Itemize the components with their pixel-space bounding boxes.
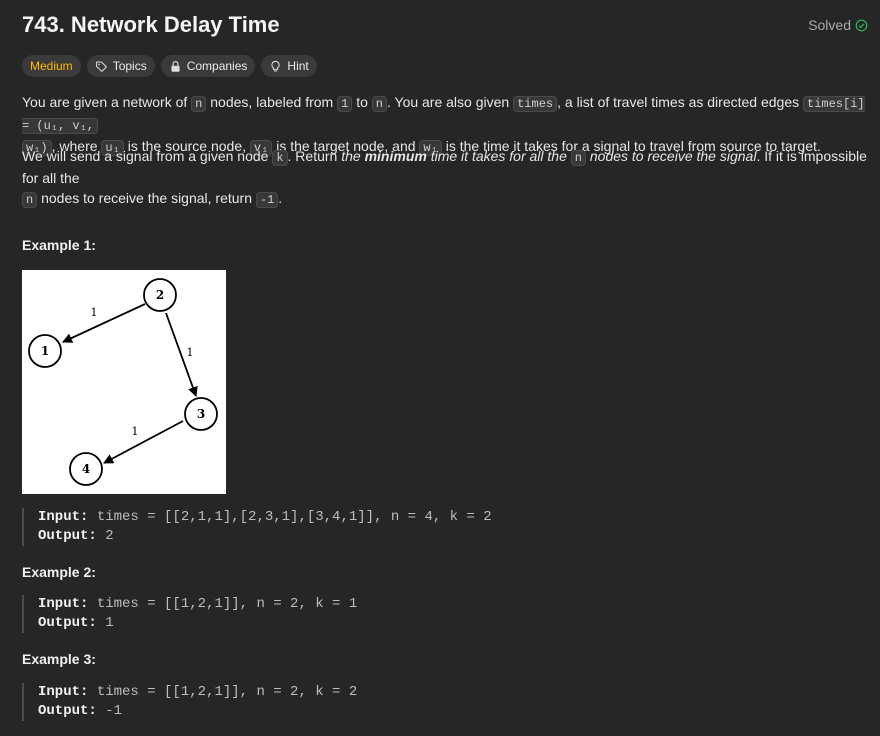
text: , a list of travel times as directed edg… — [557, 94, 803, 110]
output-value: -1 — [96, 703, 123, 719]
input-line: Input: times = [[1,2,1]], n = 2, k = 1 — [38, 595, 538, 614]
node-label: 3 — [197, 407, 205, 421]
companies-label: Companies — [186, 59, 248, 73]
inline-code: n — [191, 96, 207, 112]
tag-row: Medium Topics Companies Hint — [22, 55, 317, 77]
lock-icon — [171, 60, 180, 72]
example-1-graph-image: 2 1 3 4 1 1 1 — [22, 270, 226, 494]
inline-code: n — [22, 192, 38, 208]
bold-text: minimum — [364, 148, 427, 164]
edge-3-4 — [103, 420, 184, 464]
text: We will send a signal from a given node — [22, 148, 273, 164]
graph-diagram: 2 1 3 4 1 1 1 — [28, 278, 218, 486]
text: nodes, labeled from — [206, 94, 338, 110]
example-3-title: Example 3: — [22, 651, 96, 667]
inline-code: n — [371, 96, 387, 112]
emphasis: the minimum time it takes for all the — [341, 148, 571, 164]
node-label: 1 — [41, 344, 49, 358]
inline-code: 1 — [337, 96, 353, 112]
text: . — [278, 190, 283, 206]
lightbulb-icon — [271, 60, 280, 71]
description-paragraph-2: We will send a signal from a given node … — [22, 146, 878, 210]
hint-label: Hint — [287, 59, 309, 73]
input-label: Input: — [38, 509, 89, 525]
edge-weight-label: 1 — [91, 306, 98, 319]
input-label: Input: — [38, 596, 89, 612]
solved-indicator: Solved — [808, 17, 868, 33]
text: time it takes for all the — [426, 148, 571, 164]
text: . Return — [287, 148, 342, 164]
output-value: 1 — [96, 615, 114, 631]
output-line: Output: -1 — [38, 702, 538, 721]
output-value: 2 — [96, 528, 114, 544]
inline-code: -1 — [255, 192, 279, 208]
output-line: Output: 1 — [38, 614, 538, 633]
output-label: Output: — [38, 703, 97, 719]
text: nodes to receive the signal, return — [37, 190, 256, 206]
hint-button[interactable]: Hint — [261, 55, 317, 77]
difficulty-badge[interactable]: Medium — [22, 55, 81, 77]
text: You are given a network of — [22, 94, 192, 110]
edge-weight-label: 1 — [187, 346, 194, 359]
edge-weight-label: 1 — [132, 425, 139, 438]
check-circle-icon — [855, 19, 868, 31]
difficulty-label: Medium — [30, 59, 73, 73]
text: the — [341, 148, 365, 164]
example-2-block: Input: times = [[1,2,1]], n = 2, k = 1 O… — [22, 595, 538, 633]
input-value: times = [[2,1,1],[2,3,1],[3,4,1]], n = 4… — [88, 509, 492, 525]
input-line: Input: times = [[2,1,1],[2,3,1],[3,4,1]]… — [38, 508, 538, 527]
node-label: 2 — [156, 288, 164, 302]
output-label: Output: — [38, 528, 97, 544]
input-value: times = [[1,2,1]], n = 2, k = 1 — [88, 596, 358, 612]
input-value: times = [[1,2,1]], n = 2, k = 2 — [88, 684, 358, 700]
node-label: 4 — [82, 462, 90, 476]
example-1-block: Input: times = [[2,1,1],[2,3,1],[3,4,1]]… — [22, 508, 538, 546]
inline-code: n — [570, 150, 586, 166]
input-line: Input: times = [[1,2,1]], n = 2, k = 2 — [38, 683, 538, 702]
text: to — [352, 94, 372, 110]
output-line: Output: 2 — [38, 527, 538, 546]
example-2-title: Example 2: — [22, 564, 96, 580]
problem-title: 743. Network Delay Time — [22, 12, 280, 37]
edge-2-1 — [62, 303, 146, 343]
output-label: Output: — [38, 615, 97, 631]
example-1-title: Example 1: — [22, 237, 96, 253]
emphasis: nodes to receive the signal — [585, 148, 757, 164]
input-label: Input: — [38, 684, 89, 700]
inline-code: k — [272, 150, 288, 166]
inline-code: times — [513, 96, 558, 112]
companies-button[interactable]: Companies — [160, 55, 256, 77]
example-3-block: Input: times = [[1,2,1]], n = 2, k = 2 O… — [22, 683, 538, 721]
text: . You are also given — [386, 94, 514, 110]
topics-button[interactable]: Topics — [86, 55, 155, 77]
tag-icon — [95, 61, 107, 72]
solved-label: Solved — [808, 17, 851, 33]
topics-label: Topics — [112, 59, 147, 73]
